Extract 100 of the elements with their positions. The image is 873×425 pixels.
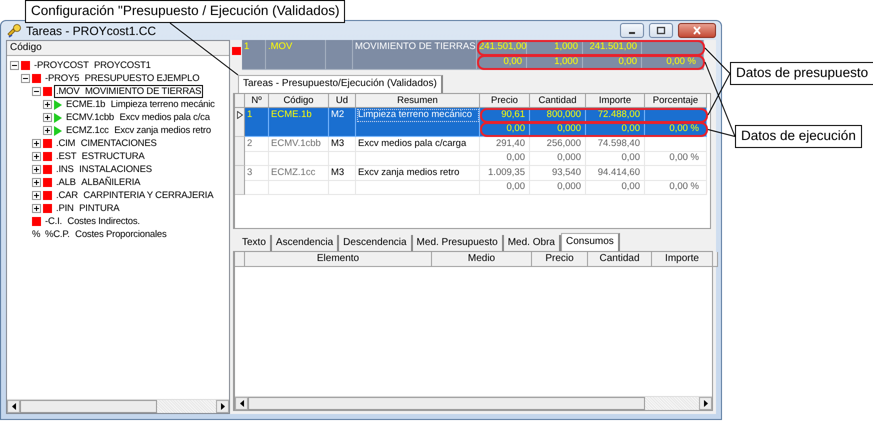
table-cell <box>329 151 356 166</box>
percent-symbol: % <box>32 229 41 240</box>
column-header[interactable]: Nº <box>245 94 269 108</box>
square-icon <box>32 217 41 226</box>
tree-item[interactable]: .MOV MOVIMIENTO DE TIERRAS <box>54 85 204 98</box>
tree-item[interactable]: -PROYCOST PROYCOST1 <box>32 59 153 72</box>
column-header[interactable]: Cantidad <box>530 94 586 108</box>
square-icon <box>43 178 52 187</box>
tree-item[interactable]: .CIM CIMENTACIONES <box>54 137 159 150</box>
tree-item[interactable]: ECME.1b Limpieza terreno mecánic <box>64 98 217 111</box>
column-header[interactable]: Código <box>269 94 329 108</box>
expand-icon[interactable] <box>32 165 41 174</box>
maximize-button[interactable] <box>649 23 673 38</box>
app-icon <box>6 22 22 38</box>
square-icon <box>43 165 52 174</box>
square-icon <box>43 87 52 96</box>
table-cell <box>269 122 329 137</box>
minimize-button[interactable] <box>620 23 644 38</box>
scrollbar-thumb[interactable] <box>248 397 645 410</box>
scroll-left-button[interactable] <box>7 400 20 413</box>
table-cell: 93,540 <box>530 166 586 180</box>
close-icon <box>692 26 702 35</box>
table-cell: ECME.1b <box>269 108 329 122</box>
scroll-left-button[interactable] <box>235 397 248 410</box>
expand-icon[interactable] <box>43 126 52 135</box>
table-cell <box>329 122 356 137</box>
callout-label: Datos de ejecución <box>735 125 862 148</box>
table-cell: M2 <box>329 108 356 122</box>
column-header[interactable]: Código <box>7 41 229 56</box>
table-cell <box>326 54 353 70</box>
square-icon <box>32 74 41 83</box>
table-cell: M3 <box>329 136 356 152</box>
scroll-right-button[interactable] <box>699 397 712 410</box>
square-icon <box>43 152 52 161</box>
table-cell: .MOV <box>266 40 326 56</box>
tree-item[interactable]: ECMV.1cbb Excv medios pala c/ca <box>64 111 212 124</box>
expand-icon[interactable] <box>43 113 52 122</box>
tree-item[interactable]: .PIN PINTURA <box>54 202 122 215</box>
table-cell <box>245 151 269 166</box>
expand-icon[interactable] <box>32 204 41 213</box>
table-cell <box>245 180 269 195</box>
column-header[interactable]: Importe <box>652 252 713 267</box>
scrollbar-thumb[interactable] <box>20 400 158 413</box>
table-cell: 1 <box>245 108 269 122</box>
column-header[interactable]: Precio <box>532 252 588 267</box>
tab[interactable]: Consumos <box>560 233 620 251</box>
expand-icon[interactable] <box>43 100 52 109</box>
right-arrow-icon <box>704 400 708 407</box>
tab[interactable]: Tareas - Presupuesto/Ejecución (Validados) <box>238 75 443 93</box>
table-cell: 0,00 <box>586 151 645 166</box>
callout-label: Configuración "Presupuesto / Ejecución (Validados) <box>25 0 346 23</box>
tree-item[interactable]: .CAR CARPINTERIA Y CERRAJERIA <box>54 189 216 202</box>
table-cell: 2 <box>245 136 269 152</box>
horizontal-scrollbar[interactable] <box>7 399 229 413</box>
tree-item[interactable]: .ALB ALBAÑILERIA <box>54 176 142 189</box>
tree-item[interactable]: .EST ESTRUCTURA <box>54 150 147 163</box>
callout-label: Datos de presupuesto <box>730 62 873 85</box>
expand-icon[interactable] <box>32 152 41 161</box>
column-header[interactable]: Porcentaje <box>645 94 707 108</box>
collapse-icon[interactable] <box>10 61 19 70</box>
horizontal-scrollbar[interactable] <box>235 396 712 410</box>
table-cell <box>245 122 269 137</box>
table-cell: 256,000 <box>530 136 586 152</box>
table-cell: 94.414,60 <box>586 166 645 180</box>
expand-icon[interactable] <box>32 191 41 200</box>
scroll-right-button[interactable] <box>216 400 229 413</box>
tree-item[interactable]: .INS INSTALACIONES <box>54 163 154 176</box>
column-header[interactable]: Ud <box>329 94 356 108</box>
table-cell: 3 <box>245 166 269 180</box>
expand-icon[interactable] <box>32 178 41 187</box>
table-cell: Excv zanja medios retro <box>356 166 480 180</box>
collapse-icon[interactable] <box>32 87 41 96</box>
table-cell: 0,000 <box>530 151 586 166</box>
table-cell: ECMZ.1cc <box>269 166 329 180</box>
expand-icon[interactable] <box>32 139 41 148</box>
row-header[interactable] <box>235 108 245 122</box>
tree-item[interactable]: %C.P. Costes Proporcionales <box>43 228 169 241</box>
tree-item[interactable]: -C.I. Costes Indirectos. <box>43 215 142 228</box>
tree-item[interactable]: -PROY5 PRESUPUESTO EJEMPLO <box>43 72 202 85</box>
table-cell: MOVIMIENTO DE TIERRAS <box>353 40 477 56</box>
column-header[interactable]: Elemento <box>245 252 432 267</box>
close-button[interactable] <box>678 23 716 38</box>
table-cell: M3 <box>329 166 356 180</box>
window-title: Tareas - PROYcost1.CC <box>26 24 156 38</box>
tree-item[interactable]: ECMZ.1cc Excv zanja medios retro <box>64 124 213 137</box>
table-cell: 1.009,35 <box>480 166 530 180</box>
column-header[interactable]: Cantidad <box>588 252 652 267</box>
column-header[interactable]: Importe <box>586 94 645 108</box>
column-header[interactable]: Resumen <box>356 94 480 108</box>
table-cell: 74.598,40 <box>586 136 645 152</box>
column-header[interactable]: Precio <box>480 94 530 108</box>
table-cell <box>326 40 353 56</box>
table-cell: 0,00 <box>480 180 530 195</box>
column-header[interactable]: Medio <box>432 252 532 267</box>
table-cell <box>645 166 707 180</box>
square-icon <box>43 191 52 200</box>
collapse-icon[interactable] <box>21 74 30 83</box>
table-cell: 0,000 <box>530 180 586 195</box>
maximize-icon <box>656 26 666 35</box>
left-arrow-icon <box>12 403 16 410</box>
